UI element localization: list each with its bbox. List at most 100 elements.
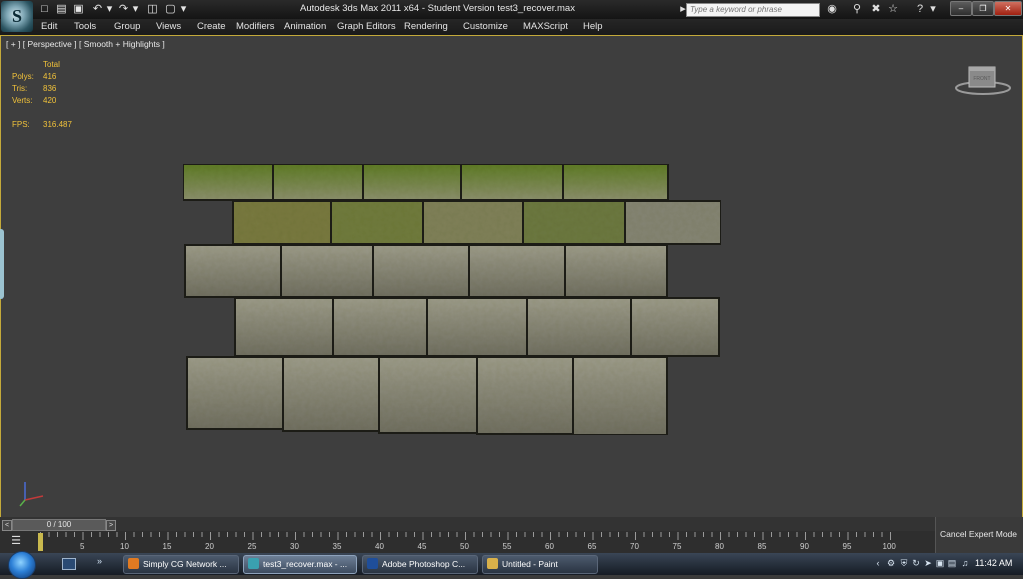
ruler-tick-label: 85 [757, 542, 767, 551]
tris-label: Tris: [12, 84, 28, 93]
quicklaunch-chevron-icon[interactable]: » [97, 556, 102, 566]
viewcube-face-label: FRONT [973, 76, 990, 82]
ruler-tick-label: 45 [417, 542, 427, 551]
window-title: Autodesk 3ds Max 2011 x64 - Student Vers… [300, 3, 575, 14]
binoculars-icon[interactable]: ◉ [825, 3, 839, 16]
quick-access-dropdown-icon[interactable]: ▾ [177, 3, 190, 15]
taskbar-button-label: Untitled - Paint [502, 559, 558, 569]
taskbar-button-photoshop[interactable]: Adobe Photoshop C... [362, 555, 478, 574]
time-cursor[interactable] [38, 533, 43, 551]
expert-mode-panel: Cancel Expert Mode [935, 517, 1023, 553]
verts-label: Verts: [12, 96, 33, 105]
shield-icon[interactable]: ⛨ [899, 558, 909, 568]
volume-icon[interactable]: ♫ [960, 558, 970, 568]
menu-create[interactable]: Create [197, 21, 226, 32]
taskbar-button-browser[interactable]: Simply CG Network ... [123, 555, 239, 574]
fps-value: 316.487 [43, 120, 72, 129]
ruler-tick-label: 65 [587, 542, 597, 551]
signal-icon[interactable]: ▤ [947, 558, 957, 568]
new-file-icon[interactable]: □ [38, 3, 51, 15]
menu-rendering[interactable]: Rendering [404, 21, 448, 32]
verts-value: 420 [43, 96, 57, 105]
curve-editor-icon[interactable]: ☰ [8, 534, 24, 548]
ruler-tick-label: 15 [162, 542, 172, 551]
cursor-icon[interactable]: ➤ [923, 558, 933, 568]
track-bar[interactable]: ☰ 5 10 15 20 25 30 35 40 45 50 55 60 65 70 75 80 85 90 95 1… [0, 531, 935, 553]
ruler-tick-label: 35 [332, 542, 342, 551]
ruler-tick-label: 100 [882, 542, 896, 551]
polys-label: Polys: [12, 72, 34, 81]
taskbar-button-3dsmax[interactable]: test3_recover.max - ... [243, 555, 357, 574]
ruler-tick-label: 70 [630, 542, 639, 551]
help-dropdown-icon[interactable]: ▾ [926, 3, 940, 16]
menu-graph-editors[interactable]: Graph Editors [337, 21, 396, 32]
perspective-viewport[interactable]: [ + ] [ Perspective ] [ Smooth + Highlig… [0, 35, 1023, 519]
next-frame-button[interactable]: > [106, 520, 116, 531]
menu-bar: Edit Tools Group Views Create Modifiers … [0, 19, 1023, 35]
undo-dropdown-icon[interactable]: ▾ [103, 3, 116, 15]
open-folder-icon[interactable]: ▤ [55, 3, 68, 15]
show-desktop-icon[interactable] [62, 558, 76, 570]
frame-counter[interactable]: 0 / 100 [12, 519, 106, 531]
window-icon[interactable]: ▢ [164, 3, 177, 15]
menu-tools[interactable]: Tools [74, 21, 96, 32]
stats-header: Total [43, 60, 60, 69]
minimize-button[interactable]: – [950, 1, 972, 16]
save-icon[interactable]: ▣ [72, 3, 85, 15]
monitor-icon[interactable]: ▣ [935, 558, 945, 568]
menu-help[interactable]: Help [583, 21, 603, 32]
taskbar-button-label: Simply CG Network ... [143, 559, 227, 569]
viewcube-icon[interactable]: FRONT [953, 64, 1013, 98]
photoshop-icon [367, 558, 378, 569]
previous-frame-button[interactable]: < [2, 520, 12, 531]
app-menu-button[interactable]: S [1, 1, 33, 32]
cancel-expert-mode-button[interactable]: Cancel Expert Mode [940, 529, 1017, 539]
key-icon[interactable]: ⚲ [850, 3, 864, 16]
title-bar: S □ ▤ ▣ ↶ ▾ ↷ ▾ ◫ ▢ ▾ Autodesk 3ds Max 2… [0, 0, 1023, 32]
paint-icon [487, 558, 498, 569]
ruler-tick-label: 90 [800, 542, 809, 551]
help-icon[interactable]: ? [913, 3, 927, 16]
ruler-tick-label: 95 [842, 542, 852, 551]
taskbar-button-label: Adobe Photoshop C... [382, 559, 466, 569]
menu-edit[interactable]: Edit [41, 21, 57, 32]
viewport-label-menu[interactable]: [ + ] [ Perspective ] [ Smooth + Highlig… [6, 39, 165, 49]
ruler-tick-label: 30 [290, 542, 299, 551]
ruler-tick-label: 80 [715, 542, 724, 551]
project-folder-icon[interactable]: ◫ [146, 3, 159, 15]
menu-group[interactable]: Group [114, 21, 140, 32]
network-icon[interactable]: ⚙ [886, 558, 896, 568]
window-controls: – ❐ ✕ [950, 1, 1022, 16]
command-panel-handle[interactable] [0, 229, 4, 299]
search-box[interactable] [686, 3, 820, 17]
wrench-icon[interactable]: ✖ [869, 3, 883, 16]
close-button[interactable]: ✕ [994, 1, 1022, 16]
star-icon[interactable]: ☆ [886, 3, 900, 16]
tris-value: 836 [43, 84, 57, 93]
ruler-tick-label: 50 [460, 542, 469, 551]
stone-wall-mesh [183, 163, 722, 436]
ruler-tick-label: 75 [672, 542, 682, 551]
redo-dropdown-icon[interactable]: ▾ [129, 3, 142, 15]
menu-maxscript[interactable]: MAXScript [523, 21, 568, 32]
menu-views[interactable]: Views [156, 21, 181, 32]
menu-customize[interactable]: Customize [463, 21, 508, 32]
sync-icon[interactable]: ↻ [911, 558, 921, 568]
time-slider[interactable]: < 0 / 100 > [0, 517, 935, 531]
polys-value: 416 [43, 72, 57, 81]
taskbar-button-paint[interactable]: Untitled - Paint [482, 555, 598, 574]
ruler-tick-label: 60 [545, 542, 554, 551]
menu-modifiers[interactable]: Modifiers [236, 21, 275, 32]
taskbar-button-label: test3_recover.max - ... [263, 559, 348, 569]
search-input[interactable] [687, 4, 819, 15]
ruler-tick-label: 5 [80, 542, 85, 551]
firefox-icon [128, 558, 139, 569]
ruler-tick-label: 55 [502, 542, 512, 551]
system-clock[interactable]: 11:42 AM [975, 558, 1012, 568]
fps-label: FPS: [12, 120, 30, 129]
maximize-button[interactable]: ❐ [972, 1, 994, 16]
axis-tripod-icon [19, 482, 44, 507]
tray-expand-icon[interactable]: ‹ [873, 558, 883, 568]
menu-animation[interactable]: Animation [284, 21, 326, 32]
ruler-tick-label: 20 [205, 542, 214, 551]
